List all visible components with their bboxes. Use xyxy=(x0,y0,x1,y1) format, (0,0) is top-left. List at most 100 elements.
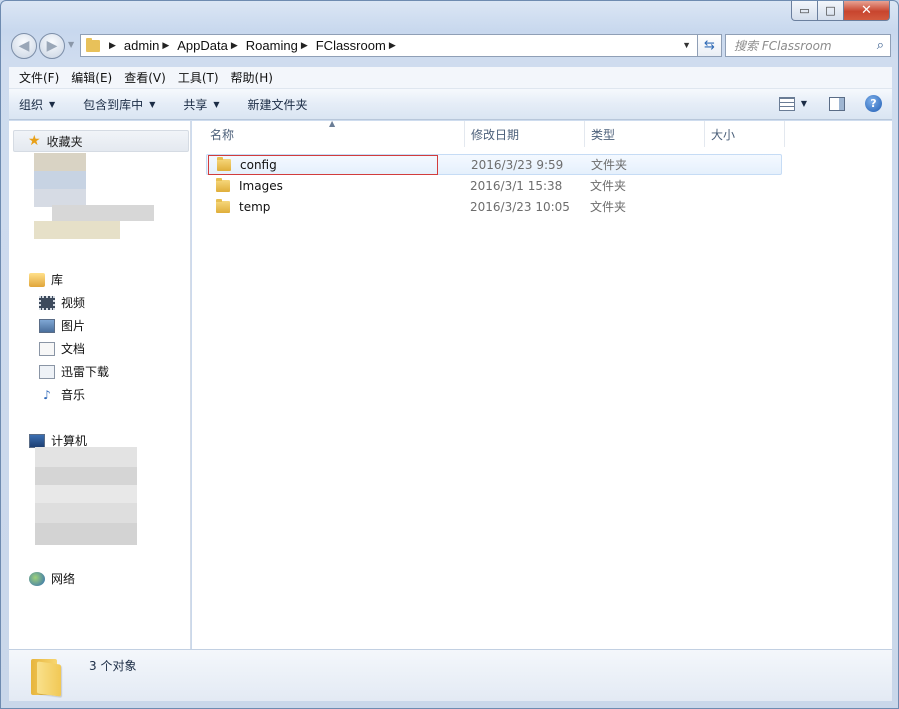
document-icon xyxy=(39,341,55,356)
folder-icon xyxy=(216,177,230,192)
caption-buttons: ▭ □ ✕ xyxy=(791,1,890,21)
details-pane: 3 个对象 xyxy=(9,649,892,701)
computer-icon xyxy=(29,433,45,448)
folder-icon xyxy=(86,37,100,52)
menu-edit[interactable]: 编辑(E) xyxy=(65,69,118,86)
maximize-button[interactable]: □ xyxy=(818,1,844,21)
breadcrumb-label: AppData xyxy=(177,38,228,53)
address-dropdown-icon[interactable]: ▼ xyxy=(682,40,691,50)
sidebar-item-videos[interactable]: 视频 xyxy=(39,294,85,311)
breadcrumb-arrow-icon[interactable]: ▶ xyxy=(231,40,238,51)
file-name-cell: temp xyxy=(216,198,270,214)
breadcrumb-admin[interactable]: admin ▶ xyxy=(124,38,177,53)
folder-icon xyxy=(217,156,231,171)
column-header-date[interactable]: 修改日期 xyxy=(465,121,585,147)
documents-label: 文档 xyxy=(61,342,86,356)
file-type: 文件夹 xyxy=(590,200,627,214)
search-input[interactable]: 搜索 FClassroom ⌕ xyxy=(725,34,891,57)
column-name-label: 名称 xyxy=(210,127,235,142)
column-header-size[interactable]: 大小 xyxy=(705,121,785,147)
breadcrumb-label: FClassroom xyxy=(315,38,386,53)
favorites-label: 收藏夹 xyxy=(46,134,83,149)
back-button[interactable]: ◀ xyxy=(11,33,37,59)
explorer-window: ▭ □ ✕ ◀ ▶ ▼ ▶ admin ▶ AppData ▶ Roaming … xyxy=(0,0,899,709)
breadcrumb-arrow-icon[interactable]: ▶ xyxy=(109,40,116,51)
menu-tools[interactable]: 工具(T) xyxy=(172,69,225,86)
file-date: 2016/3/23 9:59 xyxy=(471,157,564,172)
file-date: 2016/3/23 10:05 xyxy=(470,199,570,214)
refresh-icon: ⇆ xyxy=(704,38,715,53)
sidebar-item-favorites[interactable]: ★ 收藏夹 xyxy=(13,130,189,152)
organize-button[interactable]: 组织 ▼ xyxy=(19,96,55,113)
menu-view[interactable]: 查看(V) xyxy=(118,69,172,86)
search-icon[interactable]: ⌕ xyxy=(877,38,884,53)
menu-help[interactable]: 帮助(H) xyxy=(225,69,279,86)
file-name: Images xyxy=(239,178,283,193)
file-name: config xyxy=(240,157,277,172)
forward-arrow-icon: ▶ xyxy=(46,38,58,54)
close-button[interactable]: ✕ xyxy=(844,1,890,21)
back-arrow-icon: ◀ xyxy=(18,38,30,54)
folder-icon xyxy=(216,198,230,213)
breadcrumb-roaming[interactable]: Roaming ▶ xyxy=(246,38,316,53)
file-list: ▲ 名称 修改日期 类型 大小 config 2016/3/23 9:59 文件… xyxy=(192,119,892,649)
new-folder-button[interactable]: 新建文件夹 xyxy=(248,96,308,113)
preview-pane-icon[interactable] xyxy=(829,96,845,111)
music-label: 音乐 xyxy=(61,388,86,402)
libraries-label: 库 xyxy=(51,273,64,287)
forward-button[interactable]: ▶ xyxy=(39,33,65,59)
breadcrumb-arrow-icon[interactable]: ▶ xyxy=(162,40,169,51)
library-folder-icon xyxy=(29,272,45,287)
sidebar-item-music[interactable]: ♪ 音乐 xyxy=(39,386,85,403)
video-icon xyxy=(39,295,55,310)
sidebar-item-pictures[interactable]: 图片 xyxy=(39,317,85,334)
file-type: 文件夹 xyxy=(590,179,627,193)
videos-label: 视频 xyxy=(61,296,86,310)
breadcrumb-arrow-icon[interactable]: ▶ xyxy=(301,40,308,51)
breadcrumb-appdata[interactable]: AppData ▶ xyxy=(177,38,246,53)
share-button[interactable]: 共享 ▼ xyxy=(183,96,219,113)
sidebar-item-documents[interactable]: 文档 xyxy=(39,340,85,357)
refresh-button[interactable]: ⇆ xyxy=(698,34,722,57)
recent-pages-dropdown-icon[interactable]: ▼ xyxy=(68,40,74,49)
minimize-button[interactable]: ▭ xyxy=(791,1,818,21)
music-icon: ♪ xyxy=(43,387,51,402)
view-dropdown-icon[interactable]: ▼ xyxy=(801,99,807,108)
file-name-cell: config xyxy=(217,156,277,172)
file-row-temp[interactable]: temp 2016/3/23 10:05 文件夹 xyxy=(206,196,782,217)
view-options-icon[interactable] xyxy=(778,96,795,111)
file-row-images[interactable]: Images 2016/3/1 15:38 文件夹 xyxy=(206,175,782,196)
address-row: ◀ ▶ ▼ ▶ admin ▶ AppData ▶ Roaming ▶ FCla… xyxy=(9,32,891,60)
column-type-label: 类型 xyxy=(591,127,616,142)
breadcrumb-arrow-icon[interactable]: ▶ xyxy=(389,40,396,51)
command-bar: 组织 ▼ 包含到库中 ▼ 共享 ▼ 新建文件夹 ▼ ? xyxy=(9,89,892,120)
share-label: 共享 xyxy=(183,97,208,112)
breadcrumb-fclassroom[interactable]: FClassroom ▶ xyxy=(316,38,404,53)
new-folder-label: 新建文件夹 xyxy=(247,97,308,112)
pictures-label: 图片 xyxy=(61,319,86,333)
sidebar-item-libraries[interactable]: 库 xyxy=(29,271,63,288)
network-label: 网络 xyxy=(51,572,76,586)
column-header-type[interactable]: 类型 xyxy=(585,121,705,147)
file-row-config[interactable]: config 2016/3/23 9:59 文件夹 xyxy=(206,154,782,175)
download-folder-icon xyxy=(39,364,55,379)
search-placeholder: 搜索 FClassroom xyxy=(734,39,832,53)
column-size-label: 大小 xyxy=(711,127,736,142)
menu-file[interactable]: 文件(F) xyxy=(13,69,65,86)
sidebar-item-network[interactable]: 网络 xyxy=(29,570,75,587)
help-icon[interactable]: ? xyxy=(865,95,882,112)
file-type: 文件夹 xyxy=(591,158,628,172)
include-in-library-button[interactable]: 包含到库中 ▼ xyxy=(83,96,155,113)
address-bar[interactable]: ▶ admin ▶ AppData ▶ Roaming ▶ FClassroom… xyxy=(80,34,698,57)
chevron-down-icon: ▼ xyxy=(213,99,220,109)
organize-label: 组织 xyxy=(19,97,44,112)
chevron-down-icon: ▼ xyxy=(149,99,156,109)
file-date: 2016/3/1 15:38 xyxy=(470,178,563,193)
breadcrumb-label: Roaming xyxy=(245,38,298,53)
file-name-cell: Images xyxy=(216,177,283,193)
star-icon: ★ xyxy=(28,133,41,149)
sidebar-item-xunlei-downloads[interactable]: 迅雷下载 xyxy=(39,363,109,380)
chevron-down-icon: ▼ xyxy=(49,99,56,109)
column-header-name[interactable]: 名称 xyxy=(192,121,465,147)
xunlei-downloads-label: 迅雷下载 xyxy=(61,365,110,379)
